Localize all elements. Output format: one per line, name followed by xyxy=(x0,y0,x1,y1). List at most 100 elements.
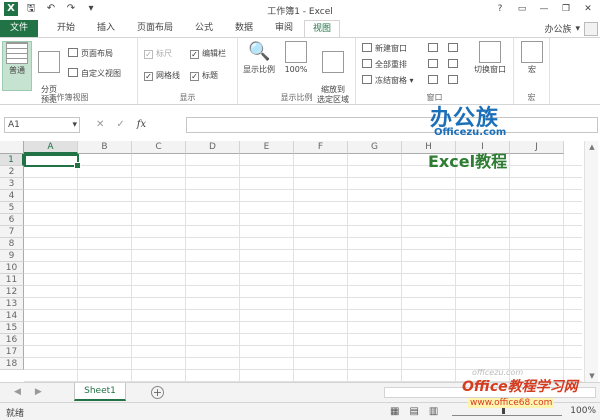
macros-button[interactable]: 宏 xyxy=(520,41,544,75)
help-button[interactable]: ? xyxy=(490,2,510,16)
tab-view[interactable]: 视图 xyxy=(304,20,340,37)
tab-formulas[interactable]: 公式 xyxy=(188,20,220,37)
row-header[interactable]: 8 xyxy=(0,238,24,250)
window-controls: ? ▭ — ❐ ✕ xyxy=(490,2,598,16)
zoom-label: 显示比例 xyxy=(243,65,275,74)
zoom-100-button[interactable]: 100% xyxy=(282,41,310,75)
tab-file[interactable]: 文件 xyxy=(0,20,38,37)
ruler-checkbox[interactable]: ✓ 标尺 xyxy=(144,48,172,60)
row-header[interactable]: 12 xyxy=(0,286,24,298)
scroll-up-icon[interactable]: ▲ xyxy=(585,143,599,151)
active-cell[interactable] xyxy=(24,154,81,169)
column-header[interactable]: C xyxy=(132,141,186,154)
ribbon-display-button[interactable]: ▭ xyxy=(512,2,532,16)
watermark-course: Excel教程 xyxy=(428,152,508,171)
row-header[interactable]: 2 xyxy=(0,166,24,178)
hide-button[interactable] xyxy=(428,59,441,71)
row-header[interactable]: 1 xyxy=(0,154,24,166)
row-header[interactable]: 14 xyxy=(0,310,24,322)
row-header[interactable]: 17 xyxy=(0,346,24,358)
check-icon: ✓ xyxy=(144,50,153,59)
row-header[interactable]: 6 xyxy=(0,214,24,226)
custom-views-label: 自定义视图 xyxy=(81,69,121,78)
column-header[interactable]: E xyxy=(240,141,294,154)
normal-view-icon xyxy=(6,42,28,64)
zoom-slider[interactable] xyxy=(452,405,562,416)
enter-icon[interactable]: ✓ xyxy=(116,117,124,133)
row-header[interactable]: 5 xyxy=(0,202,24,214)
row-header[interactable]: 10 xyxy=(0,262,24,274)
tab-review[interactable]: 审阅 xyxy=(268,20,300,37)
sheet-tab-sheet1[interactable]: Sheet1 xyxy=(74,383,126,401)
check-icon: ✓ xyxy=(190,50,199,59)
zoom-selection-icon xyxy=(322,51,344,73)
gridlines-checkbox[interactable]: ✓ 网格线 xyxy=(144,70,180,82)
switch-windows-button[interactable]: 切换窗口 xyxy=(468,41,512,75)
row-header[interactable]: 3 xyxy=(0,178,24,190)
column-header[interactable]: F xyxy=(294,141,348,154)
user-name: 办公族 xyxy=(544,25,572,35)
tab-insert[interactable]: 插入 xyxy=(90,20,122,37)
column-header[interactable]: D xyxy=(186,141,240,154)
group-workbook-views: 普通 分页 预览 页面布局 自定义视图 工作簿视图 xyxy=(0,38,138,104)
arrange-all-button[interactable]: 全部重排 xyxy=(362,59,407,71)
headings-checkbox[interactable]: ✓ 标题 xyxy=(190,70,218,82)
row-header[interactable]: 7 xyxy=(0,226,24,238)
formula-input[interactable] xyxy=(186,117,598,133)
add-sheet-button[interactable]: + xyxy=(151,386,164,399)
tab-page-layout[interactable]: 页面布局 xyxy=(130,20,180,37)
group-show: ✓ 标尺 ✓ 编辑栏 ✓ 网格线 ✓ 标题 显示 xyxy=(138,38,238,104)
row-header[interactable]: 4 xyxy=(0,190,24,202)
close-button[interactable]: ✕ xyxy=(578,2,598,16)
name-box[interactable]: A1 ▾ xyxy=(4,117,80,133)
normal-view-icon[interactable]: ▦ xyxy=(390,406,399,417)
chevron-down-icon[interactable]: ▾ xyxy=(72,118,77,132)
ribbon-tabs: 文件 开始 插入 页面布局 公式 数据 审阅 视图 xyxy=(0,20,600,37)
avatar xyxy=(584,21,598,36)
page-layout-icon[interactable]: ▤ xyxy=(409,406,418,417)
custom-views-button[interactable]: 自定义视图 xyxy=(68,68,121,80)
page-break-icon[interactable]: ▥ xyxy=(429,406,438,417)
zoom-button[interactable]: 🔍 显示比例 xyxy=(242,41,276,75)
next-sheet-icon[interactable]: ▶ xyxy=(35,387,42,397)
scroll-down-icon[interactable]: ▼ xyxy=(585,372,599,380)
column-header[interactable]: B xyxy=(78,141,132,154)
page-layout-view-button[interactable]: 页面布局 xyxy=(68,48,113,60)
column-header[interactable]: G xyxy=(348,141,402,154)
row-header[interactable]: 9 xyxy=(0,250,24,262)
unhide-button[interactable] xyxy=(428,75,441,87)
split-icon xyxy=(428,43,438,52)
row-header[interactable]: 11 xyxy=(0,274,24,286)
cell-area[interactable] xyxy=(24,154,582,382)
title-bar: X 🖫 ↶ ↷ ▾ 工作簿1 - Excel ? ▭ — ❐ ✕ xyxy=(0,0,600,20)
user-account[interactable]: 办公族 ▾ xyxy=(544,20,598,37)
tab-home[interactable]: 开始 xyxy=(50,20,82,37)
group-label: 显示比例 xyxy=(280,93,313,102)
check-icon: ✓ xyxy=(144,72,153,81)
column-header[interactable]: J xyxy=(510,141,564,154)
tab-data[interactable]: 数据 xyxy=(228,20,260,37)
prev-sheet-icon[interactable]: ◀ xyxy=(14,387,21,397)
row-header[interactable]: 18 xyxy=(0,358,24,370)
row-header[interactable]: 16 xyxy=(0,334,24,346)
view-side-by-side-button[interactable] xyxy=(448,43,461,55)
vertical-scrollbar[interactable]: ▲ ▼ xyxy=(584,141,598,382)
zoom-level[interactable]: 100% xyxy=(570,406,596,416)
formula-bar-checkbox[interactable]: ✓ 编辑栏 xyxy=(190,48,226,60)
split-button[interactable] xyxy=(428,43,441,55)
macros-label: 宏 xyxy=(528,65,536,74)
sync-scroll-button[interactable] xyxy=(448,59,461,71)
arrange-all-label: 全部重排 xyxy=(375,60,407,69)
row-header[interactable]: 15 xyxy=(0,322,24,334)
select-all-button[interactable] xyxy=(0,141,24,154)
insert-function-icon[interactable]: fx xyxy=(137,117,146,133)
freeze-panes-button[interactable]: 冻结窗格 ▾ xyxy=(362,75,414,87)
new-window-button[interactable]: 新建窗口 xyxy=(362,43,407,55)
row-header[interactable]: 13 xyxy=(0,298,24,310)
reset-position-button[interactable] xyxy=(448,75,461,87)
normal-view-button[interactable]: 普通 xyxy=(2,41,32,91)
cancel-icon[interactable]: ✕ xyxy=(96,117,104,133)
restore-button[interactable]: ❐ xyxy=(556,2,576,16)
column-header[interactable]: A xyxy=(24,141,78,154)
minimize-button[interactable]: — xyxy=(534,2,554,16)
